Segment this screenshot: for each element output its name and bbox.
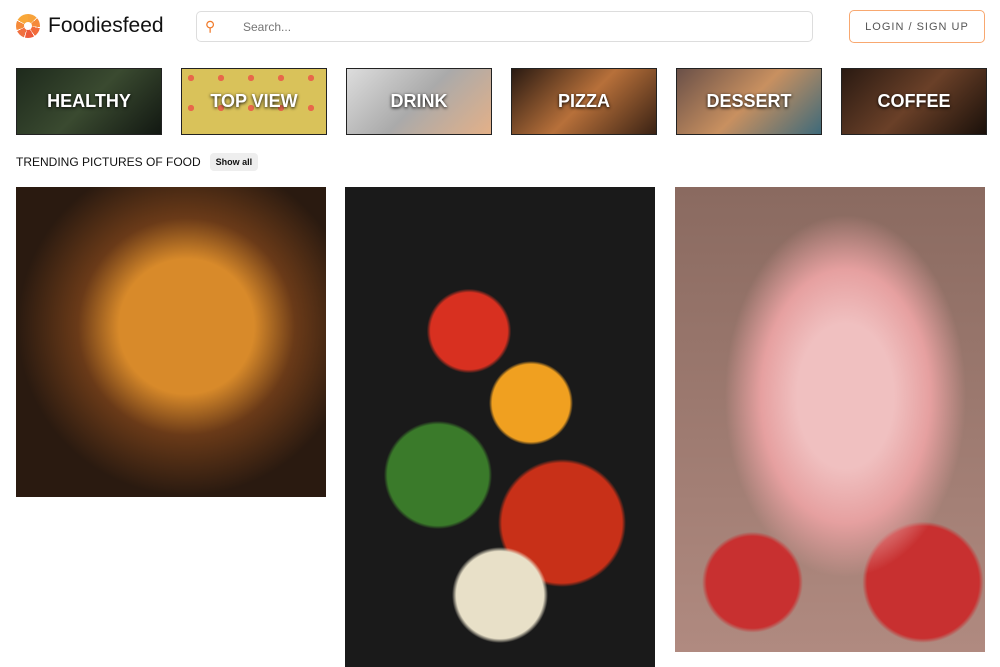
vegetables-photo[interactable] — [345, 187, 655, 667]
category-coffee[interactable]: COFFEE — [841, 68, 987, 135]
category-pizza[interactable]: PIZZA — [511, 68, 657, 135]
burger-photo[interactable] — [16, 187, 326, 497]
strawberry-milkshake-photo[interactable] — [675, 187, 985, 652]
category-bar: HEALTHY TOP VIEW DRINK PIZZA DESSERT COF… — [16, 68, 987, 135]
search-bar[interactable]: ⚲ — [196, 11, 813, 42]
category-drink[interactable]: DRINK — [346, 68, 492, 135]
login-signup-button[interactable]: LOGIN / SIGN UP — [849, 10, 985, 43]
logo[interactable]: Foodiesfeed — [16, 14, 164, 38]
show-all-button[interactable]: Show all — [209, 153, 259, 171]
logo-icon — [16, 14, 40, 38]
category-dessert[interactable]: DESSERT — [676, 68, 822, 135]
trending-title: TRENDING PICTURES OF FOOD — [16, 155, 201, 169]
search-input[interactable] — [243, 19, 812, 34]
search-icon: ⚲ — [205, 18, 216, 34]
category-healthy[interactable]: HEALTHY — [16, 68, 162, 135]
category-top-view[interactable]: TOP VIEW — [181, 68, 327, 135]
brand-name: Foodiesfeed — [48, 14, 164, 37]
trending-header: TRENDING PICTURES OF FOOD Show all — [16, 153, 259, 171]
